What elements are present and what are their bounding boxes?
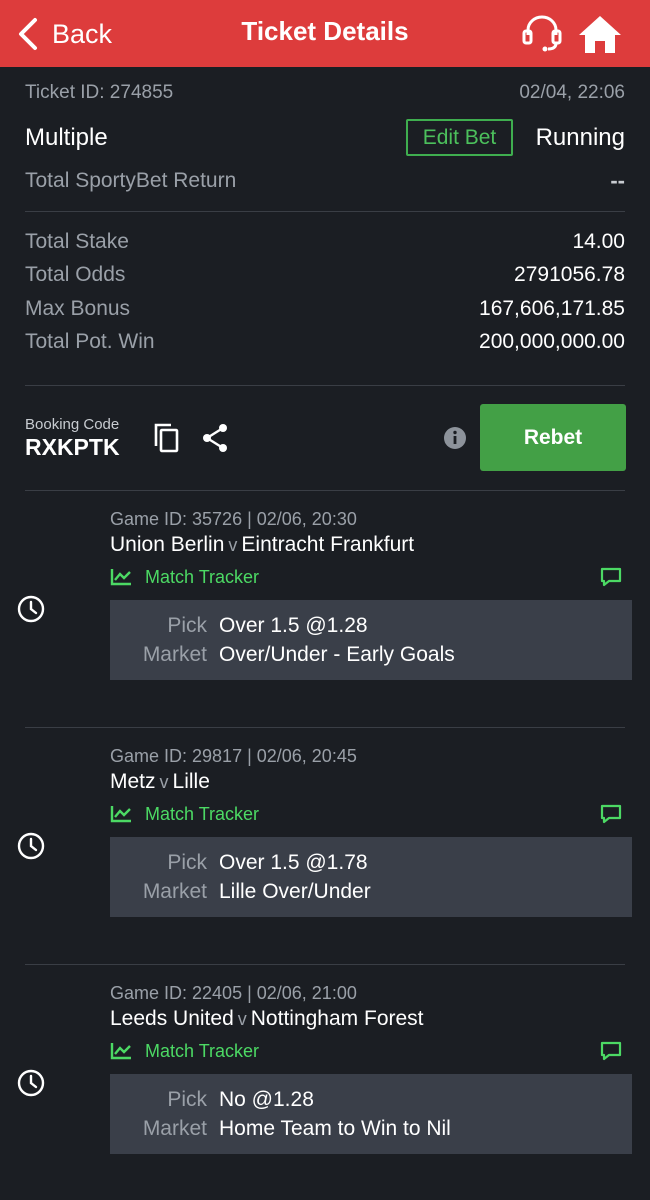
game-item: Game ID: 35726 | 02/06, 20:30 Union Berl… bbox=[0, 491, 650, 728]
market-key: Market bbox=[142, 643, 207, 666]
pick-box: Pick No @1.28 Market Home Team to Win to… bbox=[110, 1074, 632, 1154]
comment-icon[interactable] bbox=[600, 1041, 622, 1061]
ticket-datetime: 02/04, 22:06 bbox=[519, 82, 625, 103]
pick-box: Pick Over 1.5 @1.28 Market Over/Under - … bbox=[110, 600, 632, 680]
game-info: Game ID: 22405 | 02/06, 21:00 bbox=[110, 983, 357, 1003]
stat-value: 167,606,171.85 bbox=[479, 297, 625, 320]
ticket-status: Running bbox=[535, 124, 625, 151]
match-teams: Metz v Lille bbox=[110, 770, 210, 794]
away-team: Eintracht Frankfurt bbox=[241, 533, 415, 556]
pick-value: Over 1.5 @1.28 bbox=[219, 614, 368, 637]
app-header: Back Ticket Details bbox=[0, 0, 650, 67]
booking-code-label: Booking Code bbox=[25, 416, 120, 433]
match-tracker-link[interactable]: Match Tracker bbox=[110, 565, 259, 589]
versus: v bbox=[228, 535, 238, 555]
chart-icon bbox=[110, 1043, 131, 1060]
clock-icon bbox=[17, 832, 45, 860]
comment-icon[interactable] bbox=[600, 567, 622, 587]
match-teams: Union Berlin v Eintracht Frankfurt bbox=[110, 533, 414, 557]
rebet-button[interactable]: Rebet bbox=[480, 404, 626, 471]
game-info: Game ID: 29817 | 02/06, 20:45 bbox=[110, 746, 357, 766]
back-label: Back bbox=[52, 18, 113, 49]
away-team: Lille bbox=[172, 770, 210, 793]
share-icon[interactable] bbox=[201, 422, 229, 454]
match-teams: Leeds United v Nottingham Forest bbox=[110, 1007, 424, 1031]
versus: v bbox=[237, 1009, 247, 1029]
market-key: Market bbox=[142, 880, 207, 903]
return-row: Total SportyBet Return -- bbox=[25, 168, 625, 194]
pick-row: Pick No @1.28 bbox=[110, 1088, 632, 1112]
divider bbox=[25, 211, 625, 212]
pick-box: Pick Over 1.5 @1.78 Market Lille Over/Un… bbox=[110, 837, 632, 917]
match-tracker-label: Match Tracker bbox=[145, 566, 260, 587]
game-info: Game ID: 35726 | 02/06, 20:30 bbox=[110, 509, 357, 529]
chevron-left-icon bbox=[19, 18, 37, 50]
stat-row-stake: Total Stake 14.00 bbox=[25, 228, 625, 256]
game-item: Game ID: 29817 | 02/06, 20:45 Metz v Lille… bbox=[0, 728, 650, 965]
market-value: Over/Under - Early Goals bbox=[219, 643, 455, 666]
market-row: Market Home Team to Win to Nil bbox=[110, 1117, 632, 1141]
edit-bet-button[interactable]: Edit Bet bbox=[406, 119, 513, 156]
bet-type: Multiple bbox=[25, 124, 108, 151]
pick-row: Pick Over 1.5 @1.78 bbox=[110, 851, 632, 875]
pick-value: No @1.28 bbox=[219, 1088, 314, 1111]
stat-label: Max Bonus bbox=[25, 297, 131, 320]
stat-value: 14.00 bbox=[572, 230, 625, 253]
stat-label: Total Pot. Win bbox=[25, 330, 155, 353]
info-icon[interactable] bbox=[443, 426, 467, 450]
home-team: Leeds United bbox=[110, 1007, 234, 1030]
market-row: Market Over/Under - Early Goals bbox=[110, 643, 632, 667]
market-value: Lille Over/Under bbox=[219, 880, 371, 903]
comment-icon[interactable] bbox=[600, 804, 622, 824]
pick-key: Pick bbox=[167, 851, 207, 874]
pick-key: Pick bbox=[167, 1088, 207, 1111]
versus: v bbox=[159, 772, 169, 792]
stat-label: Total Stake bbox=[25, 230, 129, 253]
stat-row-odds: Total Odds 2791056.78 bbox=[25, 261, 625, 289]
match-tracker-label: Match Tracker bbox=[145, 1040, 260, 1061]
stat-value: 2791056.78 bbox=[514, 263, 625, 286]
pick-value: Over 1.5 @1.78 bbox=[219, 851, 368, 874]
pick-key: Pick bbox=[167, 614, 207, 637]
stat-row-potwin: Total Pot. Win 200,000,000.00 bbox=[25, 328, 625, 356]
market-value: Home Team to Win to Nil bbox=[219, 1117, 451, 1140]
back-button[interactable]: Back bbox=[16, 14, 112, 54]
return-value: -- bbox=[610, 168, 625, 193]
stat-label: Total Odds bbox=[25, 263, 126, 286]
headset-icon[interactable] bbox=[520, 13, 564, 53]
clock-icon bbox=[17, 1069, 45, 1097]
divider bbox=[25, 385, 625, 386]
ticket-id: Ticket ID: 274855 bbox=[25, 82, 174, 103]
match-tracker-link[interactable]: Match Tracker bbox=[110, 802, 259, 826]
home-team: Union Berlin bbox=[110, 533, 225, 556]
return-label: Total SportyBet Return bbox=[25, 169, 237, 192]
booking-code: RXKPTK bbox=[25, 434, 120, 460]
home-icon[interactable] bbox=[576, 13, 624, 55]
market-key: Market bbox=[142, 1117, 207, 1140]
pick-row: Pick Over 1.5 @1.28 bbox=[110, 614, 632, 638]
chart-icon bbox=[110, 569, 131, 586]
copy-icon[interactable] bbox=[152, 422, 180, 454]
ticket-id-row: Ticket ID: 274855 02/04, 22:06 bbox=[25, 82, 625, 104]
home-team: Metz bbox=[110, 770, 156, 793]
stat-value: 200,000,000.00 bbox=[479, 330, 625, 353]
clock-icon bbox=[17, 595, 45, 623]
match-tracker-label: Match Tracker bbox=[145, 803, 260, 824]
chart-icon bbox=[110, 806, 131, 823]
match-tracker-link[interactable]: Match Tracker bbox=[110, 1039, 259, 1063]
market-row: Market Lille Over/Under bbox=[110, 880, 632, 904]
game-item: Game ID: 22405 | 02/06, 21:00 Leeds Unit… bbox=[0, 965, 650, 1200]
away-team: Nottingham Forest bbox=[250, 1007, 424, 1030]
stat-row-bonus: Max Bonus 167,606,171.85 bbox=[25, 295, 625, 323]
